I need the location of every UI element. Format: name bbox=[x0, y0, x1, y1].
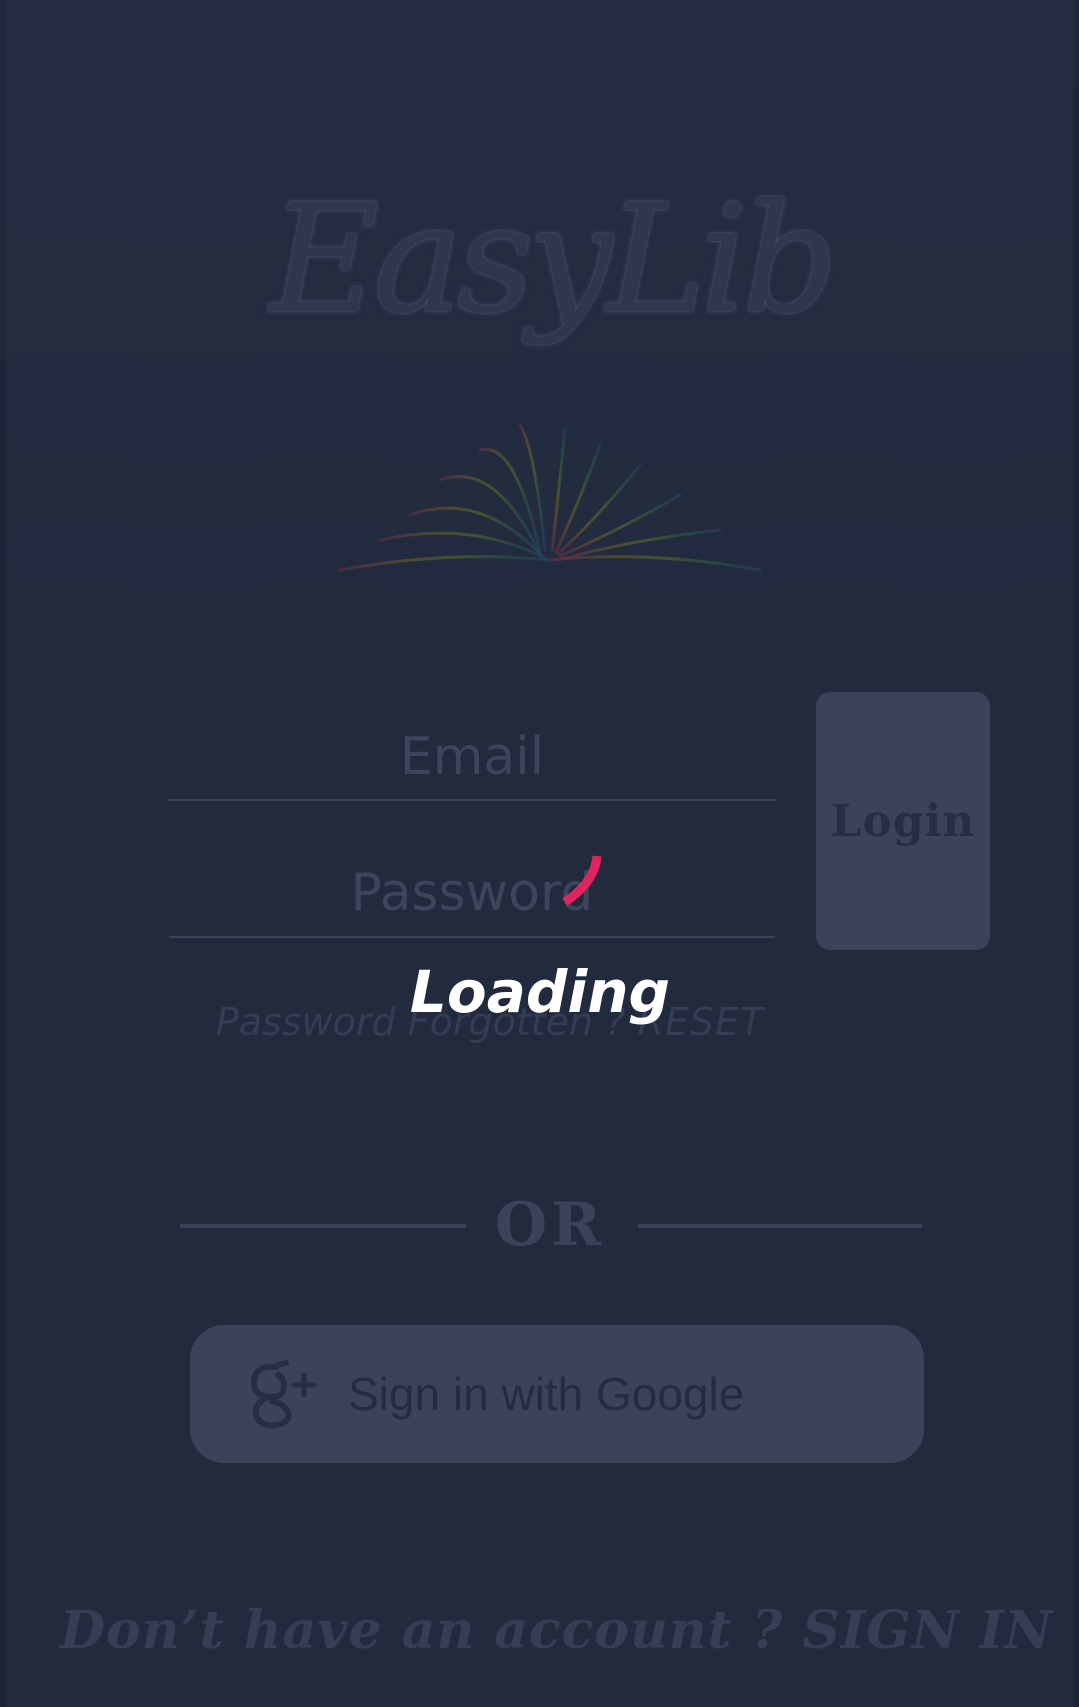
signup-prompt-line: Don’t have an account ? SIGN IN bbox=[60, 1600, 1052, 1661]
login-button-label: Login bbox=[830, 795, 976, 847]
login-screen: EasyLib Email Login Password Forgotten ?… bbox=[0, 0, 1079, 1707]
google-plus-icon bbox=[250, 1360, 317, 1429]
loading-spinner bbox=[562, 855, 602, 906]
divider-line-left bbox=[180, 1224, 466, 1228]
signup-prompt-text: Don’t have an account ? bbox=[60, 1600, 803, 1661]
sign-in-link[interactable]: SIGN IN bbox=[802, 1600, 1053, 1661]
screen-edge-right bbox=[1073, 0, 1079, 1707]
screen-edge-left bbox=[0, 0, 6, 1707]
email-field[interactable] bbox=[169, 715, 775, 801]
google-sign-in-button[interactable]: Sign in with Google bbox=[190, 1325, 924, 1463]
open-book-icon bbox=[338, 423, 762, 572]
password-input[interactable] bbox=[169, 850, 775, 936]
google-sign-in-label: Sign in with Google bbox=[348, 1368, 745, 1420]
login-button[interactable]: Login bbox=[816, 692, 990, 950]
app-logo: EasyLib bbox=[270, 173, 838, 347]
password-field[interactable] bbox=[169, 850, 775, 938]
divider-line-right bbox=[638, 1224, 922, 1228]
loading-label: Loading bbox=[409, 958, 671, 1026]
or-divider-label: OR bbox=[494, 1190, 606, 1260]
email-input[interactable] bbox=[169, 715, 775, 799]
